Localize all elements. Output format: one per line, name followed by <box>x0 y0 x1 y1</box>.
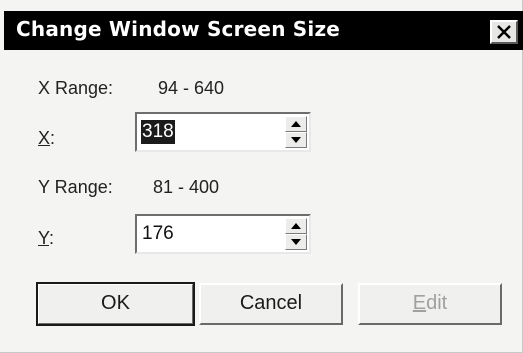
y-spinbox[interactable]: 176 <box>135 214 311 254</box>
y-spin-arrows <box>285 218 307 250</box>
x-spin-arrows <box>285 116 307 148</box>
edit-button-mnemonic: E <box>412 292 427 314</box>
edit-button[interactable]: Edit <box>358 283 502 325</box>
y-field-mnemonic: Y <box>38 228 50 248</box>
x-field-mnemonic: X <box>38 128 51 148</box>
close-button[interactable] <box>490 20 518 44</box>
x-field-label-suffix: : <box>50 128 56 148</box>
title-bar[interactable]: Change Window Screen Size <box>4 11 523 50</box>
dialog-title: Change Window Screen Size <box>16 17 341 41</box>
y-field-label: Y: <box>38 228 54 249</box>
y-spin-down-button[interactable] <box>285 234 307 250</box>
spin-down-icon <box>291 137 301 143</box>
ok-button[interactable]: OK <box>36 282 195 326</box>
change-window-screen-size-dialog: Change Window Screen Size X Range: 94 - … <box>0 0 523 353</box>
x-spinbox[interactable]: 318 <box>135 112 311 152</box>
cancel-button[interactable]: Cancel <box>199 283 343 325</box>
edit-button-label-rest: dit <box>426 292 448 314</box>
x-spin-down-button[interactable] <box>285 132 307 148</box>
spin-down-icon <box>291 239 301 245</box>
x-range-label: X Range: <box>38 78 114 98</box>
x-field-label: X: <box>38 128 55 149</box>
y-field-label-suffix: : <box>49 228 55 248</box>
spin-up-icon <box>291 121 301 127</box>
y-spin-up-button[interactable] <box>285 218 307 234</box>
x-range-value: 94 - 640 <box>158 78 225 98</box>
y-range-label: Y Range: <box>38 177 113 197</box>
x-spin-up-button[interactable] <box>285 116 307 132</box>
spin-up-icon <box>291 223 301 229</box>
close-icon <box>492 21 516 43</box>
y-input[interactable]: 176 <box>141 222 175 246</box>
x-input[interactable]: 318 <box>141 120 175 144</box>
y-range-value: 81 - 400 <box>153 177 220 197</box>
